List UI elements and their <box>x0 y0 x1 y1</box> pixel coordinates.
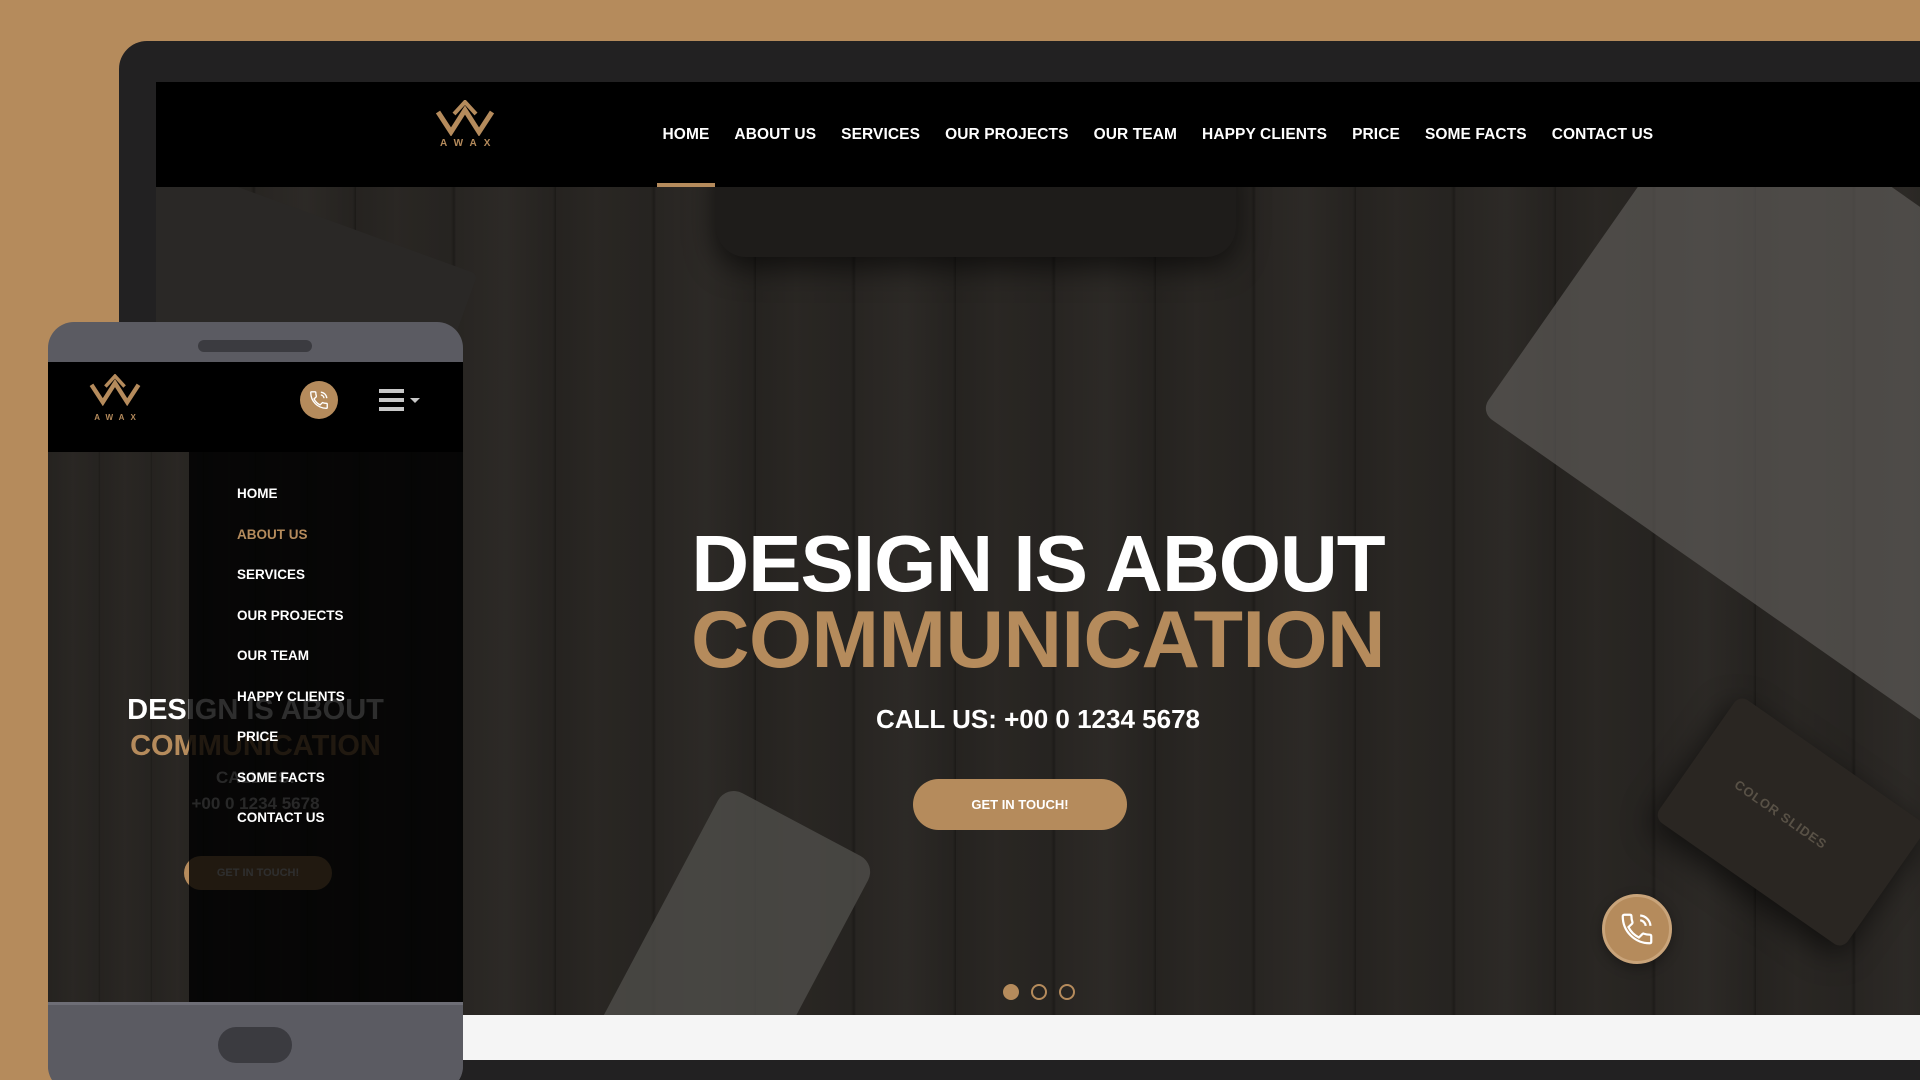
phone-icon <box>310 391 328 409</box>
mobile-nav-services[interactable]: SERVICES <box>189 555 463 596</box>
mobile-screen: DESIGN IS ABOUT COMMUNICATION CALL US: +… <box>48 362 463 1002</box>
nav-home[interactable]: HOME <box>650 82 722 187</box>
main-nav-menu: HOME ABOUT US SERVICES OUR PROJECTS OUR … <box>650 82 1666 187</box>
mobile-call-button[interactable] <box>300 381 338 419</box>
mobile-nav-happy-clients[interactable]: HAPPY CLIENTS <box>189 677 463 718</box>
nav-services[interactable]: SERVICES <box>829 82 933 187</box>
mobile-nav-contact-us[interactable]: CONTACT US <box>189 798 463 839</box>
nav-happy-clients[interactable]: HAPPY CLIENTS <box>1190 82 1340 187</box>
brand-logo[interactable]: AWAX <box>434 100 496 149</box>
mobile-device-frame: DESIGN IS ABOUT COMMUNICATION CALL US: +… <box>48 322 463 1080</box>
slider-dot-1[interactable] <box>1003 984 1019 1000</box>
mobile-nav-some-facts[interactable]: SOME FACTS <box>189 758 463 799</box>
phone-home-button <box>218 1027 292 1063</box>
mobile-brand-logo[interactable]: AWAX <box>88 373 142 422</box>
nav-about-us[interactable]: ABOUT US <box>722 82 829 187</box>
mobile-header: AWAX <box>48 362 463 452</box>
slider-pagination <box>1003 984 1075 1000</box>
nav-price[interactable]: PRICE <box>1340 82 1413 187</box>
logo-mark-icon <box>435 100 495 136</box>
nav-contact-us[interactable]: CONTACT US <box>1539 82 1665 187</box>
mobile-nav-our-team[interactable]: OUR TEAM <box>189 636 463 677</box>
nav-our-projects[interactable]: OUR PROJECTS <box>933 82 1082 187</box>
phone-icon <box>1621 913 1653 945</box>
hamburger-icon[interactable] <box>379 388 423 414</box>
mobile-logo-text: AWAX <box>94 413 142 422</box>
mobile-nav-menu: HOME ABOUT US SERVICES OUR PROJECTS OUR … <box>189 452 463 1002</box>
nav-our-team[interactable]: OUR TEAM <box>1081 82 1189 187</box>
mobile-nav-about-us[interactable]: ABOUT US <box>189 515 463 556</box>
slider-dot-3[interactable] <box>1059 984 1075 1000</box>
nav-some-facts[interactable]: SOME FACTS <box>1412 82 1539 187</box>
top-navbar: AWAX HOME ABOUT US SERVICES OUR PROJECTS… <box>156 82 1920 187</box>
mobile-nav-home[interactable]: HOME <box>189 474 463 515</box>
phone-bottom-bezel <box>48 1002 463 1080</box>
phone-speaker <box>198 340 312 352</box>
mobile-nav-price[interactable]: PRICE <box>189 717 463 758</box>
mobile-nav-our-projects[interactable]: OUR PROJECTS <box>189 596 463 637</box>
logo-text: AWAX <box>440 138 498 149</box>
get-in-touch-button[interactable]: GET IN TOUCH! <box>913 779 1127 830</box>
logo-mark-icon <box>89 373 141 407</box>
floating-call-button[interactable] <box>1602 894 1672 964</box>
slider-dot-2[interactable] <box>1031 984 1047 1000</box>
